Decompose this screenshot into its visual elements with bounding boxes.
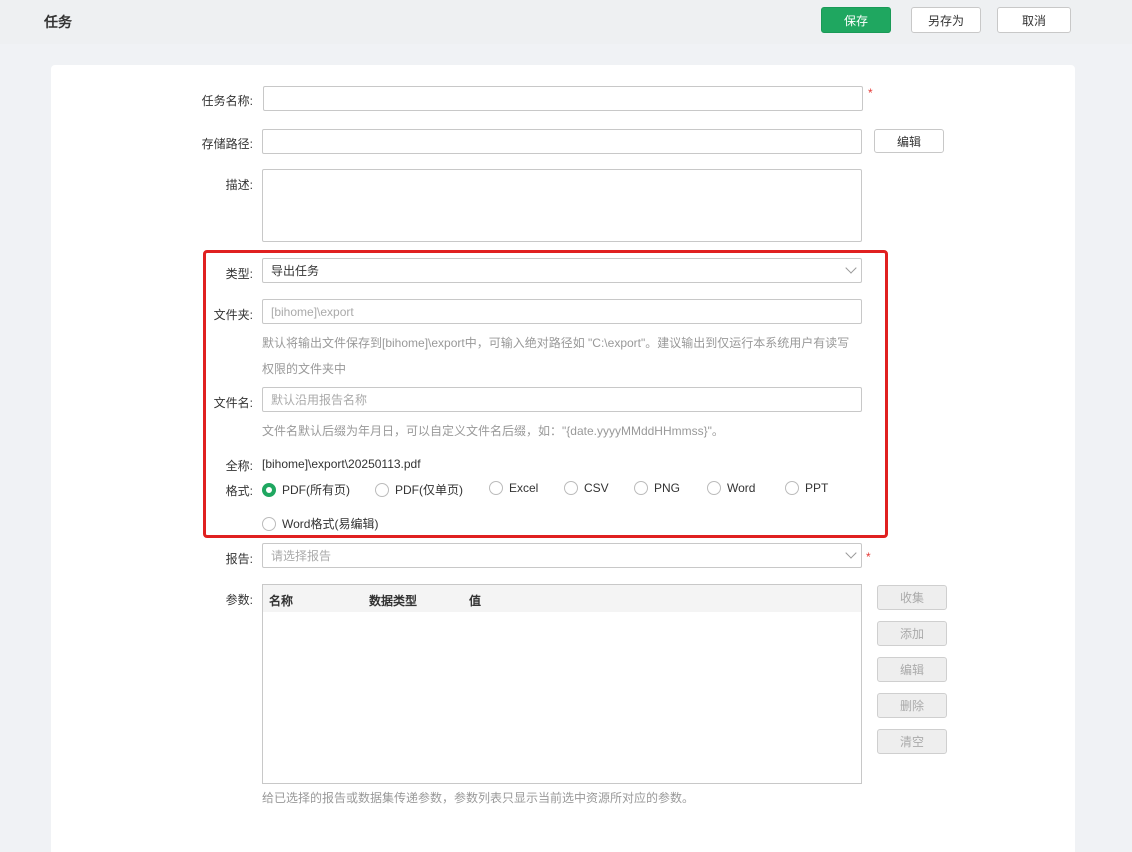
description-textarea[interactable]: [262, 169, 862, 242]
type-select-value: 导出任务: [271, 264, 320, 278]
radio-icon: [707, 481, 721, 495]
page-title: 任务: [44, 14, 72, 30]
storage-path-input[interactable]: [262, 129, 862, 154]
format-radio-pdf-all[interactable]: PDF(所有页): [262, 481, 350, 498]
save-as-button[interactable]: 另存为: [911, 7, 981, 33]
folder-hint-line2: 权限的文件夹中: [262, 362, 347, 376]
report-select-placeholder: 请选择报告: [271, 549, 332, 563]
report-select[interactable]: 请选择报告: [262, 543, 862, 568]
format-radio-ppt[interactable]: PPT: [785, 481, 828, 495]
params-table-header: 名称 数据类型 值: [263, 585, 861, 612]
save-button[interactable]: 保存: [821, 7, 891, 33]
required-mark: *: [866, 550, 871, 564]
report-label: 报告:: [225, 552, 253, 566]
filename-label: 文件名:: [213, 396, 253, 410]
radio-icon: [785, 481, 799, 495]
type-select[interactable]: 导出任务: [262, 258, 862, 283]
delete-button[interactable]: 删除: [877, 693, 947, 718]
column-header-datatype[interactable]: 数据类型: [369, 592, 417, 609]
format-radio-csv[interactable]: CSV: [564, 481, 609, 495]
radio-icon: [489, 481, 503, 495]
storage-path-edit-button[interactable]: 编辑: [874, 129, 944, 153]
top-bar: 任务 保存 另存为 取消: [0, 0, 1132, 44]
type-label: 类型:: [225, 267, 253, 281]
format-radio-excel[interactable]: Excel: [489, 481, 538, 495]
params-table[interactable]: 名称 数据类型 值: [262, 584, 862, 784]
folder-hint-line1: 默认将输出文件保存到[bihome]\export中，可输入绝对路径如 "C:\…: [262, 336, 850, 350]
format-radio-word-editable[interactable]: Word格式(易编辑): [262, 515, 378, 532]
required-mark: *: [868, 86, 873, 100]
storage-path-label: 存储路径:: [201, 137, 253, 151]
filename-input[interactable]: 默认沿用报告名称: [262, 387, 862, 412]
radio-icon: [634, 481, 648, 495]
format-radio-word[interactable]: Word: [707, 481, 755, 495]
params-hint: 给已选择的报告或数据集传递参数，参数列表只显示当前选中资源所对应的参数。: [262, 791, 695, 805]
radio-icon: [375, 482, 389, 497]
cancel-button[interactable]: 取消: [997, 7, 1071, 33]
fullname-label: 全称:: [225, 459, 253, 473]
edit-button[interactable]: 编辑: [877, 657, 947, 682]
radio-icon: [564, 481, 578, 495]
add-button[interactable]: 添加: [877, 621, 947, 646]
chevron-down-icon: [845, 547, 857, 559]
collect-button[interactable]: 收集: [877, 585, 947, 610]
folder-input[interactable]: [bihome]\export: [262, 299, 862, 324]
format-radio-png[interactable]: PNG: [634, 481, 680, 495]
column-header-value[interactable]: 值: [469, 592, 481, 609]
params-label: 参数:: [225, 593, 253, 607]
description-label: 描述:: [225, 178, 253, 192]
chevron-down-icon: [845, 262, 857, 274]
format-label: 格式:: [225, 484, 253, 498]
clear-button[interactable]: 清空: [877, 729, 947, 754]
folder-label: 文件夹:: [213, 308, 253, 322]
format-radio-pdf-single[interactable]: PDF(仅单页): [375, 481, 463, 498]
task-name-input[interactable]: [263, 86, 863, 111]
radio-icon: [262, 516, 276, 531]
radio-selected-icon: [262, 482, 276, 497]
filename-hint: 文件名默认后缀为年月日，可以自定义文件名后缀，如："{date.yyyyMMdd…: [262, 424, 724, 438]
column-header-name[interactable]: 名称: [269, 592, 293, 609]
task-name-label: 任务名称:: [201, 94, 253, 108]
fullname-value: [bihome]\export\20250113.pdf: [262, 457, 421, 471]
